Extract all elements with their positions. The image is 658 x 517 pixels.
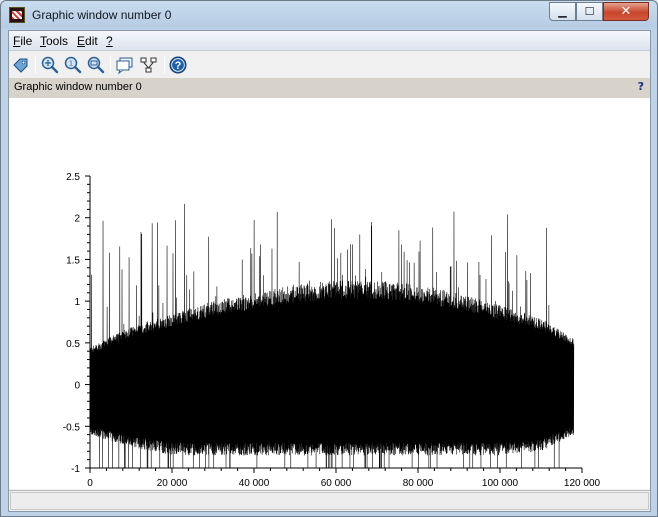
y-tick-label: 2.5 [66,172,80,183]
status-bar-field [10,492,649,510]
zoom-reset-button[interactable] [86,55,106,75]
rotate-icon [13,58,28,73]
y-tick-label: 2 [74,214,80,225]
x-tick-label: 80 000 [403,478,434,489]
x-tick-label: 0 [87,478,93,489]
title-bar[interactable]: Graphic window number 0 ▁ ☐ ✕ [1,1,657,30]
close-icon: ✕ [620,4,632,19]
y-tick-label: 1.5 [66,255,80,266]
y-tick-label: -1 [71,464,80,475]
help-button[interactable]: ? [168,55,188,75]
y-tick-label: 0 [74,381,80,392]
info-bar: Graphic window number 0 ? [9,78,650,98]
editor-icon [140,57,157,73]
graphic-window: Graphic window number 0 ▁ ☐ ✕ File Tools… [0,0,658,517]
x-tick-label: 60 000 [321,478,352,489]
menu-help[interactable]: ? [106,34,113,48]
editor-button[interactable] [139,55,159,75]
signal-line [89,203,575,469]
signal-series [89,203,575,469]
status-bar [9,490,650,511]
datatip-icon [116,57,133,75]
info-bar-text: Graphic window number 0 [14,81,142,93]
y-tick-label: -0.5 [63,422,81,433]
menu-bar: File Tools Edit ? [9,31,650,51]
zoom-out-button[interactable]: 1 [63,55,83,75]
minimize-button[interactable]: ▁ [549,2,576,21]
plot-canvas[interactable]: 0 20 000 40 000 60 000 80 000 100 000 120 000 -… [9,98,650,489]
zoom-out-icon: 1 [64,56,82,74]
y-tick-label: 0.5 [66,339,80,350]
maximize-icon: ☐ [584,5,595,18]
zoom-in-icon [41,56,59,74]
scilab-app-icon [9,7,25,23]
toolbar-separator [110,56,111,74]
svg-text:1: 1 [69,61,73,68]
zoom-in-button[interactable] [40,55,60,75]
signal-plot[interactable]: 0 20 000 40 000 60 000 80 000 100 000 120 000 -… [9,98,650,489]
svg-text:?: ? [175,60,182,72]
window-title: Graphic window number 0 [32,8,172,22]
close-button[interactable]: ✕ [603,2,649,21]
maximize-button[interactable]: ☐ [576,2,603,21]
x-tick-label: 120 000 [564,478,601,489]
x-tick-label: 40 000 [239,478,270,489]
menu-file[interactable]: File [13,34,32,48]
client-area: File Tools Edit ? 1 ? Graphic window num… [8,30,651,512]
rotate-button[interactable] [11,55,31,75]
minimize-icon: ▁ [558,5,567,18]
toolbar-separator [164,56,165,74]
x-tick-label: 20 000 [157,478,188,489]
toolbar-separator [35,56,36,74]
toolbar: 1 ? [9,52,650,78]
datatip-button[interactable] [115,55,135,75]
y-tick-label: 1 [74,297,80,308]
help-icon: ? [169,56,187,74]
info-help-icon[interactable]: ? [638,80,644,93]
menu-tools[interactable]: Tools [40,34,68,48]
x-tick-label: 100 000 [482,478,519,489]
zoom-reset-icon [87,56,105,74]
menu-edit[interactable]: Edit [77,34,98,48]
